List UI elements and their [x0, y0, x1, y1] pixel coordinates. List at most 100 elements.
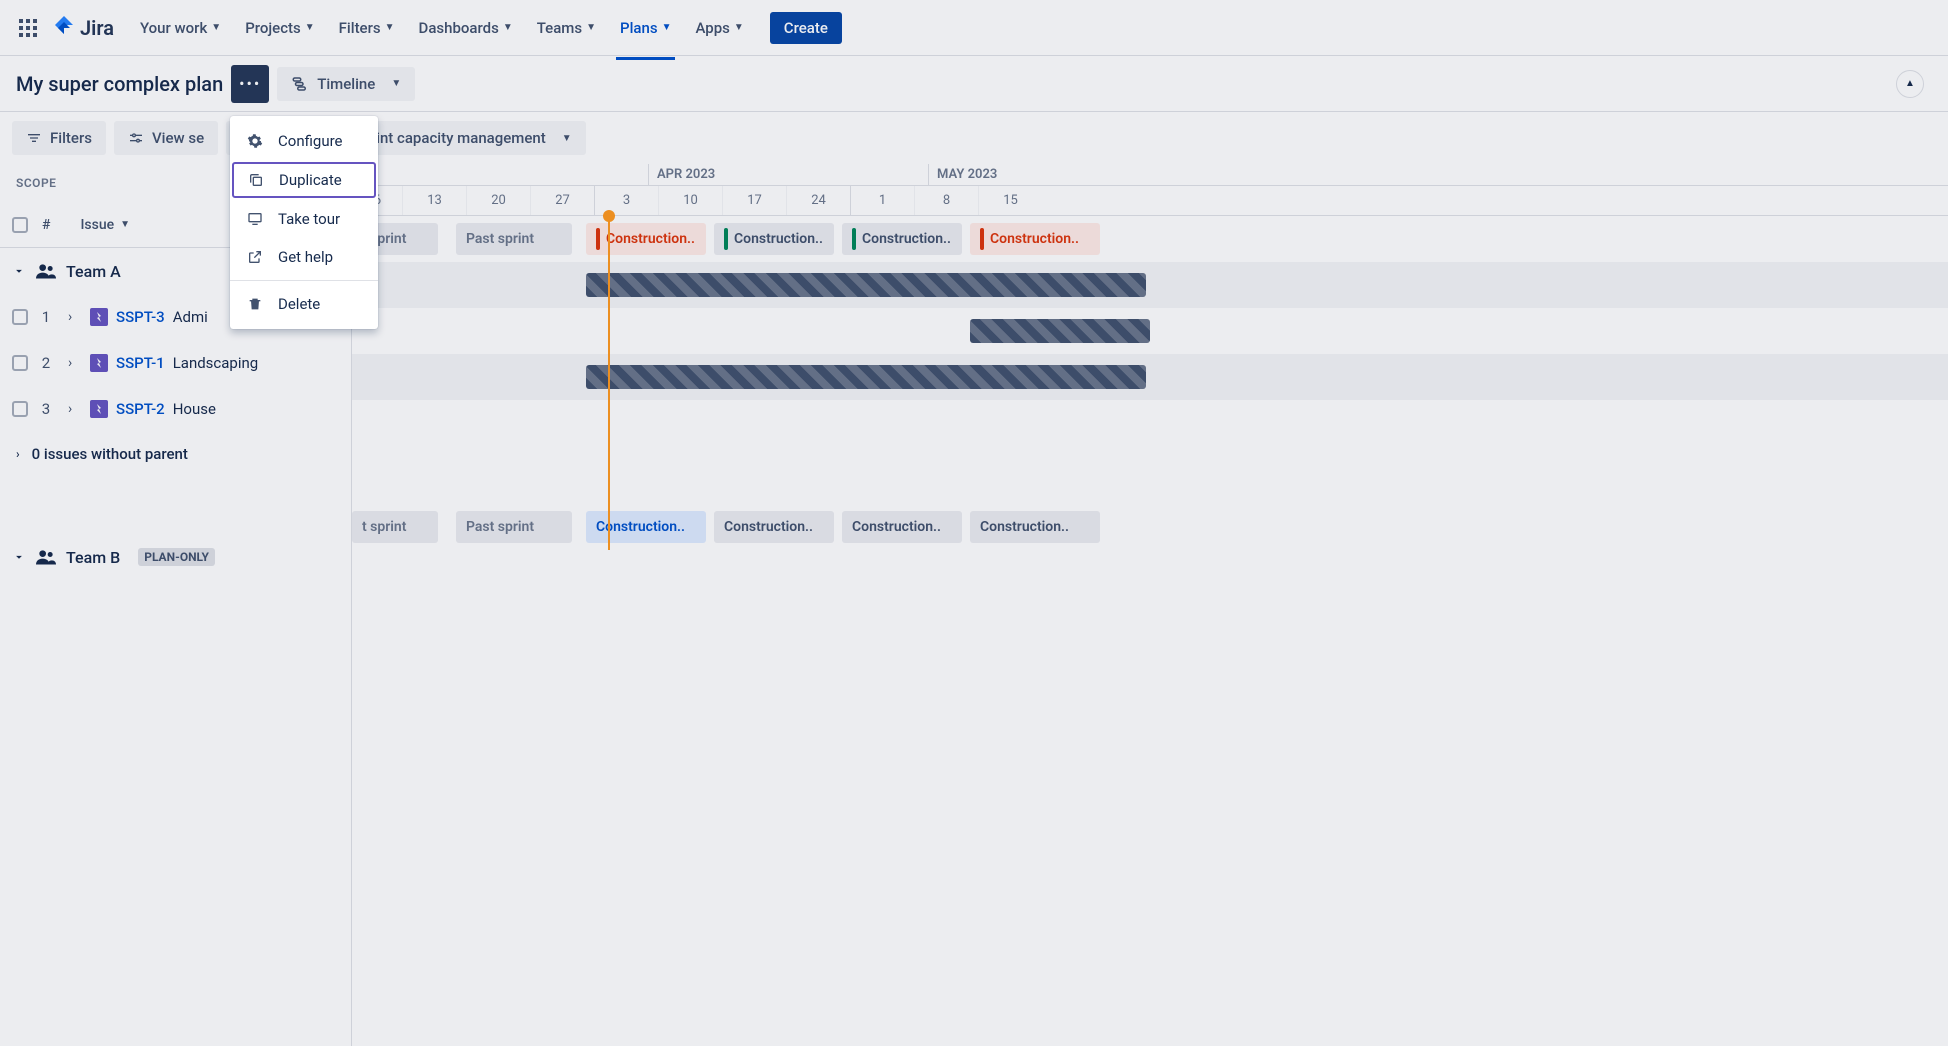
gear-icon: [246, 132, 264, 150]
chevron-up-icon: ▲: [1905, 78, 1915, 89]
timeline-body: t sprint Past sprint Construction.. Constru…: [352, 216, 1948, 550]
select-all-checkbox[interactable]: [12, 217, 28, 233]
nav-apps[interactable]: Apps▼: [685, 13, 753, 43]
timeline-sub-row: [352, 400, 1948, 446]
issue-summary: Admi: [173, 308, 208, 326]
chevron-down-icon: ▼: [562, 133, 572, 144]
more-actions-button[interactable]: •••: [231, 65, 269, 103]
sprint-label: Construction..: [862, 231, 951, 247]
sprint-label: Past sprint: [466, 231, 534, 247]
filters-button[interactable]: Filters: [12, 121, 106, 155]
sprint-chip[interactable]: t sprint: [352, 511, 438, 543]
dropdown-get-help[interactable]: Get help: [230, 238, 378, 276]
sprint-label: Construction..: [852, 519, 941, 535]
team-icon: [36, 262, 56, 280]
sprint-status-bar: [980, 228, 984, 250]
plan-only-badge: PLAN-ONLY: [138, 548, 215, 566]
day-label: 1: [850, 186, 914, 215]
timeline-spacer: [352, 446, 1948, 504]
plan-header: My super complex plan ••• Timeline ▼ ▲: [0, 56, 1948, 112]
month-label: APR 2023: [648, 164, 928, 185]
day-header: 6 13 20 27 3 10 17 24 1 8 15: [352, 186, 1948, 216]
chevron-down-icon: ▼: [120, 219, 130, 230]
timeline-panel: APR 2023 MAY 2023 6 13 20 27 3 10 17 24 …: [352, 164, 1948, 1046]
day-label: 15: [978, 186, 1042, 215]
expand-icon[interactable]: ›: [68, 355, 82, 371]
jira-logo[interactable]: Jira: [52, 16, 114, 40]
issue-key[interactable]: SSPT-1: [116, 354, 165, 372]
epic-icon: [90, 400, 108, 418]
nav-projects[interactable]: Projects▼: [235, 13, 324, 43]
issue-checkbox[interactable]: [12, 309, 28, 325]
jira-logo-text: Jira: [80, 16, 114, 40]
top-navigation: Jira Your work▼ Projects▼ Filters▼ Dashb…: [0, 0, 1948, 56]
day-label: 20: [466, 186, 530, 215]
month-header: APR 2023 MAY 2023: [352, 164, 1948, 186]
sprint-chip[interactable]: Past sprint: [456, 223, 572, 255]
sprint-chip[interactable]: Construction..: [970, 223, 1100, 255]
sliders-icon: [128, 130, 144, 146]
external-link-icon: [246, 248, 264, 266]
issue-summary: House: [173, 400, 216, 418]
progress-bar[interactable]: [970, 319, 1150, 343]
collapse-button[interactable]: ▲: [1896, 70, 1924, 98]
app-switcher-icon[interactable]: [12, 12, 44, 44]
row-number: 2: [40, 354, 52, 372]
month-label: MAY 2023: [928, 164, 1228, 185]
view-name: Timeline: [317, 75, 375, 93]
sprint-label: Construction..: [606, 231, 695, 247]
day-label: 27: [530, 186, 594, 215]
issue-checkbox[interactable]: [12, 355, 28, 371]
sprint-label: Construction..: [724, 519, 813, 535]
sprint-chip[interactable]: Construction..: [586, 511, 706, 543]
more-actions-dropdown: Configure Duplicate Take tour Get help D…: [230, 116, 378, 329]
view-selector[interactable]: Timeline ▼: [277, 67, 415, 101]
issue-row[interactable]: 3 › SSPT-2 House: [0, 386, 351, 432]
nav-plans[interactable]: Plans▼: [610, 13, 681, 43]
sprint-status-bar: [852, 228, 856, 250]
sprint-chip[interactable]: Past sprint: [456, 511, 572, 543]
nav-filters[interactable]: Filters▼: [329, 13, 405, 43]
day-label: 13: [402, 186, 466, 215]
progress-bar[interactable]: [586, 273, 1146, 297]
sprint-chip[interactable]: Construction..: [714, 223, 834, 255]
issue-key[interactable]: SSPT-3: [116, 308, 165, 326]
dropdown-take-tour[interactable]: Take tour: [230, 200, 378, 238]
filter-icon: [26, 130, 42, 146]
timeline-sprint-row: t sprintPast sprintConstruction..Constru…: [352, 216, 1948, 262]
day-label: 3: [594, 186, 658, 215]
issues-without-parent[interactable]: › 0 issues without parent: [0, 432, 351, 476]
issue-summary: Landscaping: [173, 354, 259, 372]
sprint-status-bar: [724, 228, 728, 250]
sprint-label: Construction..: [734, 231, 823, 247]
nav-your-work[interactable]: Your work▼: [130, 13, 231, 43]
chevron-down-icon: ▼: [586, 22, 596, 33]
dropdown-delete[interactable]: Delete: [230, 285, 378, 323]
create-button[interactable]: Create: [770, 12, 842, 44]
sprint-chip[interactable]: Construction..: [714, 511, 834, 543]
issue-row[interactable]: 2 › SSPT-1 Landscaping: [0, 340, 351, 386]
sprint-chip[interactable]: Construction..: [842, 511, 962, 543]
day-label: 10: [658, 186, 722, 215]
issue-key[interactable]: SSPT-2: [116, 400, 165, 418]
view-settings-button[interactable]: View se: [114, 121, 218, 155]
dropdown-duplicate[interactable]: Duplicate: [232, 162, 376, 198]
expand-icon[interactable]: ›: [68, 309, 82, 325]
column-issue[interactable]: Issue ▼: [80, 217, 130, 233]
chevron-down-icon: [12, 264, 26, 278]
sprint-label: Construction..: [990, 231, 1079, 247]
expand-icon[interactable]: ›: [68, 401, 82, 417]
nav-dashboards[interactable]: Dashboards▼: [409, 13, 523, 43]
issue-checkbox[interactable]: [12, 401, 28, 417]
epic-icon: [90, 308, 108, 326]
team-row-b[interactable]: Team B PLAN-ONLY: [0, 534, 351, 580]
progress-bar[interactable]: [586, 365, 1146, 389]
day-label: 24: [786, 186, 850, 215]
sprint-chip[interactable]: Construction..: [842, 223, 962, 255]
sprint-chip[interactable]: Construction..: [586, 223, 706, 255]
nav-teams[interactable]: Teams▼: [527, 13, 606, 43]
sprint-chip[interactable]: Construction..: [970, 511, 1100, 543]
dropdown-divider: [230, 280, 378, 281]
timeline-icon: [291, 75, 309, 93]
dropdown-configure[interactable]: Configure: [230, 122, 378, 160]
